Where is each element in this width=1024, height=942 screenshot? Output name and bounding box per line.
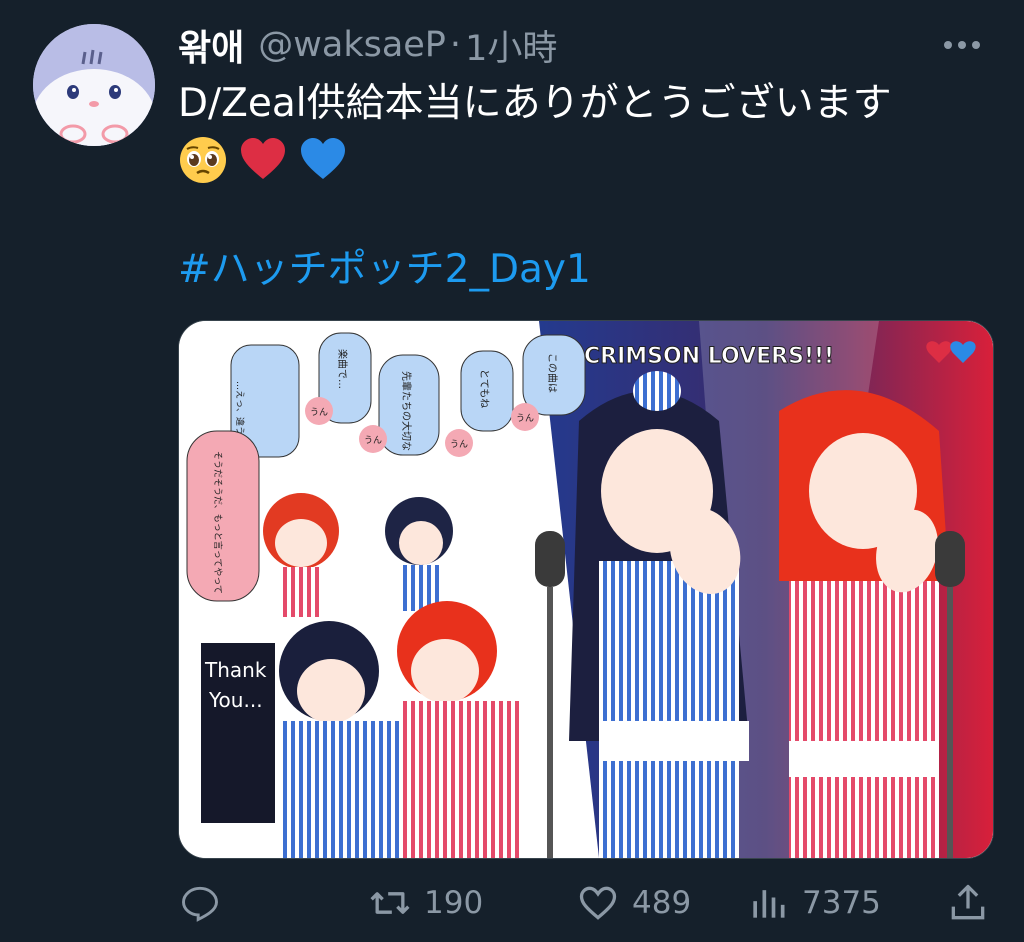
user-handle[interactable]: @waksaeP: [258, 25, 446, 65]
retweet-count: 190: [424, 885, 484, 921]
header-separator: ·: [449, 25, 462, 65]
views-chart-icon: [753, 890, 785, 918]
bubble-text-2: 楽曲で…: [336, 349, 349, 389]
small-bubble-1: うん: [310, 407, 328, 418]
heart-icon: [579, 886, 617, 920]
board-text-2: You...: [208, 688, 263, 712]
share-button[interactable]: [946, 876, 990, 930]
blue-heart-icon: [301, 138, 345, 179]
tweet-header: 왂애 @waksaeP · 1小時: [178, 18, 994, 72]
display-name[interactable]: 왂애: [178, 19, 244, 71]
bubble-text-5: この曲は: [546, 353, 558, 393]
reply-button[interactable]: [178, 876, 234, 930]
like-button[interactable]: 489: [576, 876, 691, 930]
illustration-title: CRIMSON LOVERS!!!: [584, 344, 834, 369]
bubble-text-3: 先輩たちの大切な: [400, 371, 413, 451]
small-bubble-3: うん: [450, 439, 468, 450]
board-text-1: Thank: [204, 658, 267, 682]
bubble-text-6: そうだそうだ、もっと言ってやって: [212, 451, 224, 594]
timestamp[interactable]: 1小時: [465, 20, 557, 71]
view-count: 7375: [802, 885, 881, 921]
avatar[interactable]: [33, 24, 155, 146]
pleading-face-icon: [180, 137, 226, 183]
tweet-text: D/Zeal供給本当にありがとうございます: [178, 81, 892, 126]
retweet-icon: [370, 892, 410, 914]
tweet-actions: 190 489 7375: [178, 876, 998, 930]
red-heart-icon: [241, 138, 285, 179]
small-bubble-4: うん: [516, 413, 534, 424]
tweet-image[interactable]: CRIMSON LOVERS!!! …えっ、違うんですか？ 楽曲で… 先輩たちの…: [178, 320, 994, 859]
small-bubble-2: うん: [364, 435, 382, 446]
hamster-avatar-icon: [33, 24, 155, 146]
emoji-row: [178, 134, 348, 186]
share-icon: [951, 884, 985, 920]
more-options-button[interactable]: [940, 30, 984, 60]
fanart-illustration: CRIMSON LOVERS!!! …えっ、違うんですか？ 楽曲で… 先輩たちの…: [179, 321, 993, 858]
bubble-text-4: とてもね: [478, 369, 490, 408]
hashtag-link[interactable]: #ハッチポッチ2_Day1: [178, 244, 591, 296]
reply-icon: [182, 886, 218, 922]
like-count: 489: [632, 885, 692, 921]
retweet-button[interactable]: 190: [368, 876, 483, 930]
views-button[interactable]: 7375: [746, 876, 881, 930]
more-dots-icon: [944, 41, 980, 49]
